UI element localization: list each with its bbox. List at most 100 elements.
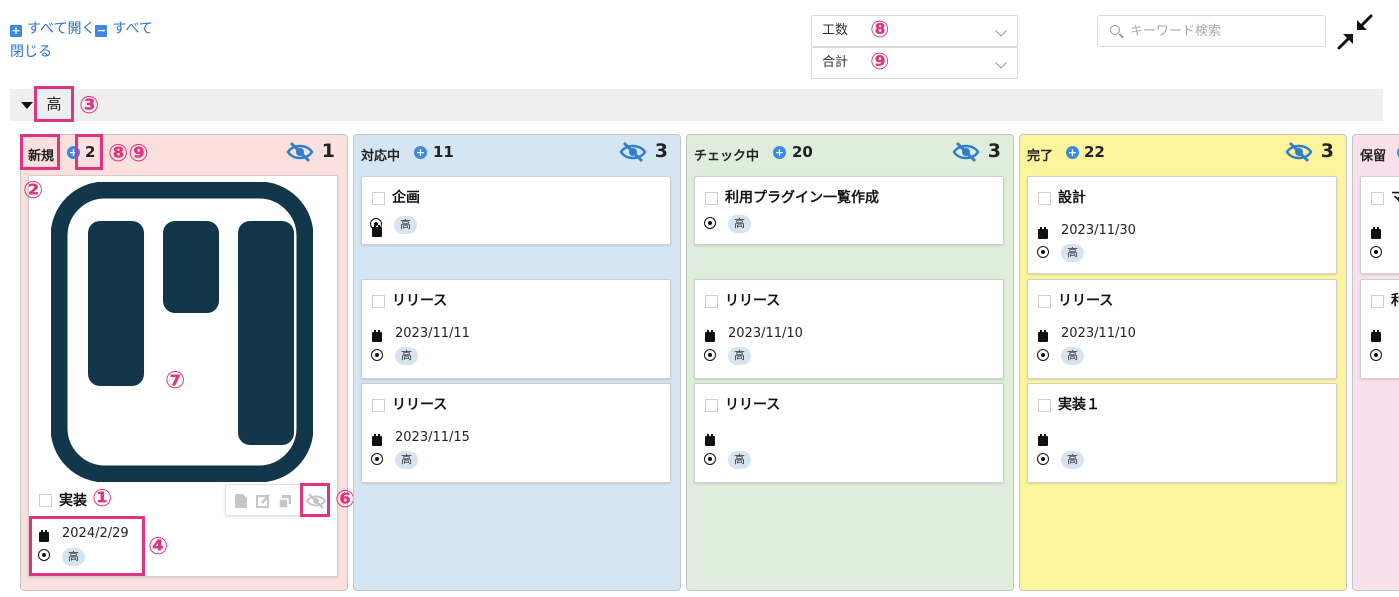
card-date: 2023/11/10 — [1061, 326, 1136, 341]
card[interactable]: リリース 高 — [694, 383, 1004, 483]
add-card-button[interactable]: + — [1066, 146, 1079, 159]
annotation-8: ⑧ — [870, 17, 890, 43]
priority-tag: 高 — [1061, 451, 1084, 469]
annotation-3: ③ — [79, 91, 100, 119]
keyword-search — [1097, 15, 1326, 47]
annotation-box-2 — [20, 134, 60, 170]
card-title: 実装 — [59, 493, 87, 509]
card-checkbox[interactable] — [372, 399, 385, 412]
card-checkbox[interactable] — [372, 295, 385, 308]
add-card-button[interactable]: + — [773, 146, 786, 159]
document-icon[interactable] — [234, 493, 248, 509]
column-count: 11 — [433, 143, 454, 161]
priority-icon — [704, 217, 716, 229]
card-action-toolbar — [225, 483, 330, 517]
column-header: 保留 + — [1353, 135, 1399, 173]
card[interactable]: 利用プラグイン一覧作成 高 — [694, 176, 1004, 245]
priority-tag: 高 — [1061, 347, 1084, 365]
column-header: 完了 + 22 3 — [1020, 135, 1346, 173]
card[interactable]: リリース 2023/11/11 高 — [361, 279, 671, 379]
annotation-2: ② — [23, 176, 44, 204]
calendar-icon — [1038, 434, 1048, 446]
eye-slash-icon[interactable] — [952, 141, 980, 163]
priority-tag: 高 — [395, 451, 418, 469]
card-date: 2023/11/10 — [728, 326, 803, 341]
card-checkbox[interactable] — [705, 192, 718, 205]
copy-icon[interactable] — [278, 493, 292, 509]
priority-tag: 高 — [728, 215, 751, 233]
column-review: チェック中 + 20 3 利用プラグイン一覧作成 高 リリース 2023/11/… — [686, 134, 1014, 591]
card-title: リリース — [1058, 293, 1114, 309]
card[interactable]: 利 — [1360, 279, 1399, 379]
card-overlay: 高 — [361, 176, 671, 245]
calendar-icon — [705, 330, 715, 342]
hidden-count: 3 — [1320, 140, 1334, 162]
column-header: 対応中 + 11 3 — [354, 135, 680, 173]
edit-icon[interactable] — [256, 493, 270, 509]
column-title: 対応中 — [361, 149, 401, 164]
card-checkbox[interactable] — [1371, 295, 1384, 308]
annotation-89: ⑧⑨ — [108, 139, 149, 167]
card-title: 利用プラグイン一覧作成 — [725, 190, 879, 206]
priority-icon — [1370, 246, 1382, 258]
add-card-button[interactable]: + — [414, 146, 427, 159]
calendar-icon — [1371, 330, 1381, 342]
card[interactable]: 設計 2023/11/30 高 — [1027, 176, 1337, 274]
card-title: リリース — [725, 397, 781, 413]
card-checkbox[interactable] — [1038, 399, 1051, 412]
card[interactable]: リリース 2023/11/10 高 — [694, 279, 1004, 379]
kanban-logo-image — [51, 182, 313, 482]
group-header-bar[interactable]: 高 ③ — [10, 86, 1383, 122]
priority-icon — [1037, 349, 1049, 361]
compress-icon[interactable] — [1337, 14, 1373, 50]
calendar-icon — [372, 434, 382, 446]
eye-slash-icon[interactable] — [286, 141, 314, 163]
calendar-icon — [1038, 330, 1048, 342]
aggregate-select-value: 合計 — [822, 55, 849, 70]
expand-all-link[interactable]: + すべて開く — [10, 21, 95, 37]
caret-down-icon[interactable] — [21, 102, 33, 109]
priority-icon — [370, 218, 382, 230]
group-label: 高 — [34, 86, 74, 122]
priority-tag: 高 — [728, 451, 751, 469]
hidden-count: 1 — [321, 140, 335, 162]
card-title: リリース — [725, 293, 781, 309]
card-title: 利 — [1391, 290, 1399, 310]
card-checkbox[interactable] — [39, 494, 52, 507]
card[interactable]: リリース 2023/11/15 高 — [361, 383, 671, 483]
column-count: 20 — [792, 143, 813, 161]
card-date: 2023/11/11 — [395, 326, 470, 341]
priority-tag: 高 — [1061, 244, 1084, 262]
expand-collapse-controls: + すべて開く− すべて 閉じる — [10, 18, 185, 64]
card-checkbox[interactable] — [1038, 192, 1051, 205]
column-title: 完了 — [1027, 149, 1054, 164]
card-checkbox[interactable] — [705, 399, 718, 412]
hidden-count: 3 — [654, 140, 668, 162]
hidden-count: 3 — [987, 140, 1001, 162]
priority-icon — [704, 349, 716, 361]
annotation-9: ⑨ — [870, 49, 890, 75]
eye-slash-icon[interactable] — [305, 493, 327, 509]
card-checkbox[interactable] — [1038, 295, 1051, 308]
eye-slash-icon[interactable] — [1285, 141, 1313, 163]
search-input[interactable] — [1130, 22, 1315, 40]
calendar-icon — [1038, 227, 1048, 239]
priority-icon — [1037, 246, 1049, 258]
aggregate-select[interactable]: 合計 ⑨ — [811, 47, 1018, 79]
column-header: 新規 + 2 1 — [21, 135, 347, 173]
eye-slash-icon[interactable] — [619, 141, 647, 163]
calendar-icon — [372, 330, 382, 342]
column-title: チェック中 — [694, 149, 760, 164]
card-title: マ — [1391, 187, 1399, 207]
minus-square-icon: − — [95, 24, 108, 37]
card-checkbox[interactable] — [705, 295, 718, 308]
priority-icon — [1370, 349, 1382, 361]
card[interactable]: マ — [1360, 176, 1399, 274]
card-checkbox[interactable] — [1371, 192, 1384, 205]
card[interactable]: 実装１ 高 — [1027, 383, 1337, 483]
annotation-1: ① — [92, 484, 113, 512]
priority-icon — [704, 453, 716, 465]
calendar-icon — [1371, 227, 1381, 239]
card[interactable]: リリース 2023/11/10 高 — [1027, 279, 1337, 379]
effort-select[interactable]: 工数 ⑧ — [811, 15, 1018, 47]
